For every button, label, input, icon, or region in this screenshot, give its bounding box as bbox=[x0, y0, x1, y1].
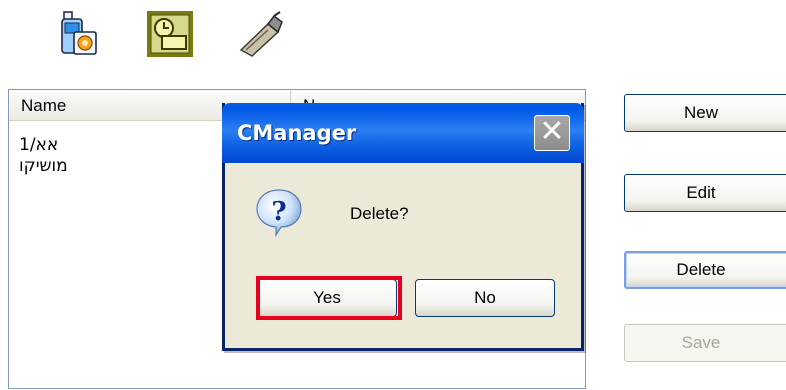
list-item[interactable]: מושיקו bbox=[19, 156, 68, 176]
clock-card-icon[interactable] bbox=[146, 10, 194, 58]
question-icon: ? bbox=[254, 187, 304, 237]
new-button[interactable]: New bbox=[624, 94, 786, 132]
dialog-title-bar[interactable]: CManager ✕ bbox=[222, 103, 584, 163]
phone-settings-icon[interactable] bbox=[56, 10, 104, 58]
yes-button[interactable]: Yes bbox=[257, 279, 397, 317]
delete-button[interactable]: Delete bbox=[624, 251, 786, 289]
data-cable-icon[interactable] bbox=[238, 10, 286, 58]
list-item[interactable]: אא/1 bbox=[19, 135, 58, 155]
svg-text:?: ? bbox=[271, 197, 286, 227]
edit-button[interactable]: Edit bbox=[624, 174, 786, 212]
confirm-dialog: CManager ✕ ? Delete? Yes No bbox=[222, 103, 584, 351]
close-icon[interactable]: ✕ bbox=[534, 115, 570, 151]
dialog-message: Delete? bbox=[350, 204, 409, 223]
save-button: Save bbox=[624, 324, 786, 362]
dialog-title: CManager bbox=[237, 121, 357, 145]
no-button[interactable]: No bbox=[415, 279, 555, 317]
